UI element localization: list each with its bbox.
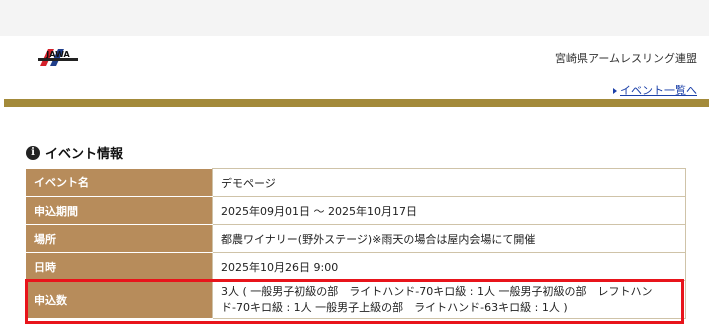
- site-header: JAWA 宮崎県アームレスリング連盟 イベント一覧へ: [4, 36, 709, 99]
- row-label-event-name: イベント名: [26, 168, 213, 197]
- event-list-link[interactable]: イベント一覧へ: [613, 82, 697, 98]
- content-area: i イベント情報 イベント名 デモページ 申込期間 2025年09月01日 ～ …: [4, 107, 709, 334]
- row-value-event-name: デモページ: [212, 168, 686, 197]
- event-list-link-label: イベント一覧へ: [620, 84, 697, 97]
- jawa-logo[interactable]: JAWA: [38, 46, 78, 68]
- row-label-application-period: 申込期間: [26, 196, 213, 225]
- top-strip: [0, 0, 709, 36]
- table-row-application-count: 申込数 3人 ( 一般男子初級の部 ライトハンド-70キロ級 : 1人 一般男子…: [26, 280, 686, 319]
- table-row-location: 場所 都農ワイナリー(野外ステージ)※雨天の場合は屋内会場にて開催: [26, 224, 686, 253]
- row-label-datetime: 日時: [26, 252, 213, 281]
- info-circle-icon: i: [26, 145, 40, 160]
- logo-text: JAWA: [45, 50, 70, 59]
- row-value-location: 都農ワイナリー(野外ステージ)※雨天の場合は屋内会場にて開催: [212, 224, 686, 253]
- table-row-event-name: イベント名 デモページ: [26, 168, 686, 197]
- org-name: 宮崎県アームレスリング連盟: [554, 52, 697, 65]
- row-label-application-count: 申込数: [26, 280, 213, 319]
- row-value-application-count: 3人 ( 一般男子初級の部 ライトハンド-70キロ級 : 1人 一般男子初級の部…: [212, 280, 686, 319]
- gold-divider-bar: [4, 99, 709, 107]
- table-row-datetime: 日時 2025年10月26日 9:00: [26, 252, 686, 281]
- triangle-right-icon: [613, 88, 617, 94]
- section-title-text: イベント情報: [45, 147, 124, 162]
- row-value-datetime: 2025年10月26日 9:00: [212, 252, 686, 281]
- row-label-location: 場所: [26, 224, 213, 253]
- table-row-application-period: 申込期間 2025年09月01日 ～ 2025年10月17日: [26, 196, 686, 225]
- section-title: i イベント情報: [26, 143, 123, 162]
- page: JAWA 宮崎県アームレスリング連盟 イベント一覧へ i イベント情報 イベント…: [0, 0, 709, 334]
- row-value-application-period: 2025年09月01日 ～ 2025年10月17日: [212, 196, 686, 225]
- event-info-table: イベント名 デモページ 申込期間 2025年09月01日 ～ 2025年10月1…: [26, 168, 686, 319]
